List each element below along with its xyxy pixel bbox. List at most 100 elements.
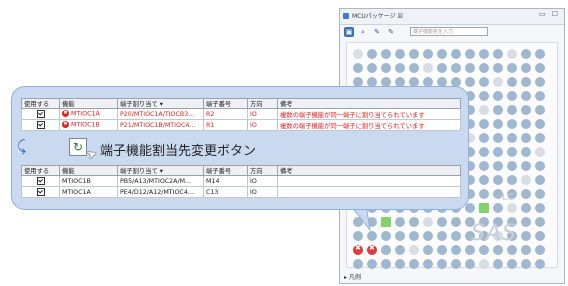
- pin[interactable]: [493, 49, 503, 59]
- pin[interactable]: [409, 217, 419, 227]
- assignment-cell[interactable]: PE4/D12/A12/MTIOC4...: [117, 186, 204, 198]
- pin[interactable]: [423, 49, 433, 59]
- col-remark[interactable]: 備考: [277, 98, 461, 109]
- pin[interactable]: [437, 245, 447, 255]
- pin[interactable]: [535, 217, 545, 227]
- col-direction[interactable]: 方向: [247, 165, 278, 176]
- pin[interactable]: [535, 91, 545, 101]
- use-checkbox[interactable]: [36, 177, 45, 185]
- pin[interactable]: [521, 105, 531, 115]
- pin[interactable]: [479, 189, 489, 199]
- col-function[interactable]: 機能: [59, 165, 118, 176]
- pin[interactable]: [493, 203, 503, 213]
- pin[interactable]: [479, 203, 489, 213]
- pin[interactable]: [465, 203, 475, 213]
- pin[interactable]: [493, 245, 503, 255]
- pin[interactable]: [465, 49, 475, 59]
- pin[interactable]: [353, 49, 363, 59]
- pin[interactable]: [381, 259, 391, 269]
- col-function[interactable]: 機能: [59, 98, 118, 109]
- pin[interactable]: [395, 49, 405, 59]
- col-assignment[interactable]: 端子割り当て ▾: [117, 165, 204, 176]
- view-icon[interactable]: ▣: [344, 27, 354, 37]
- assignment-cell[interactable]: P20/MTIOC1A/TIOCB3...: [117, 108, 204, 120]
- pin[interactable]: [367, 231, 377, 241]
- pin-edit-icon[interactable]: ✎: [386, 27, 396, 37]
- pin[interactable]: [521, 245, 531, 255]
- pin[interactable]: [451, 259, 461, 269]
- pin[interactable]: [493, 119, 503, 129]
- pin[interactable]: [409, 259, 419, 269]
- error-pin[interactable]: [367, 244, 377, 255]
- pin[interactable]: [521, 189, 531, 199]
- pin[interactable]: [465, 259, 475, 269]
- pin[interactable]: [423, 63, 433, 73]
- pin[interactable]: [521, 259, 531, 269]
- col-assignment[interactable]: 端子割り当て ▾: [117, 98, 204, 109]
- pin[interactable]: [381, 245, 391, 255]
- pin[interactable]: [395, 259, 405, 269]
- pin[interactable]: [479, 63, 489, 73]
- pin[interactable]: [507, 259, 517, 269]
- pin[interactable]: [493, 133, 503, 143]
- pin[interactable]: [465, 63, 475, 73]
- pin[interactable]: [437, 231, 447, 241]
- pin[interactable]: [535, 231, 545, 241]
- col-pin-number[interactable]: 端子番号: [203, 165, 248, 176]
- pin[interactable]: [535, 147, 545, 157]
- pin[interactable]: [465, 245, 475, 255]
- pin[interactable]: [437, 259, 447, 269]
- pin[interactable]: [493, 147, 503, 157]
- pin-function-search-input[interactable]: 端子機能名を入力: [410, 27, 488, 36]
- panel-tab-title[interactable]: MCUパッケージ ☒: [352, 11, 403, 20]
- use-checkbox[interactable]: [36, 121, 45, 129]
- pin[interactable]: [507, 63, 517, 73]
- table-row[interactable]: ✖ MTIOC1A P20/MTIOC1A/TIOCB3... R2 IO 複数の…: [21, 108, 461, 120]
- pin[interactable]: [381, 231, 391, 241]
- pin[interactable]: [451, 217, 461, 227]
- pin[interactable]: [507, 133, 517, 143]
- pin[interactable]: [521, 147, 531, 157]
- pin[interactable]: [367, 63, 377, 73]
- pin[interactable]: [535, 77, 545, 87]
- pin[interactable]: [535, 133, 545, 143]
- pin[interactable]: [507, 147, 517, 157]
- col-use[interactable]: 使用する: [21, 98, 60, 109]
- pin[interactable]: [479, 133, 489, 143]
- pin[interactable]: [409, 63, 419, 73]
- table-row[interactable]: MTIOC1B PB5/A13/MTIOC2A/M... M14 IO: [21, 175, 461, 187]
- pin[interactable]: [507, 91, 517, 101]
- pin[interactable]: [535, 161, 545, 171]
- pin[interactable]: [507, 245, 517, 255]
- pin[interactable]: [521, 119, 531, 129]
- pin[interactable]: [479, 119, 489, 129]
- pin[interactable]: [507, 77, 517, 87]
- pin[interactable]: [437, 63, 447, 73]
- pin[interactable]: [535, 189, 545, 199]
- pin[interactable]: [479, 147, 489, 157]
- col-use[interactable]: 使用する: [21, 165, 60, 176]
- pin[interactable]: [521, 203, 531, 213]
- pin[interactable]: [465, 77, 475, 87]
- pin[interactable]: [395, 245, 405, 255]
- pin[interactable]: [395, 231, 405, 241]
- pin[interactable]: [493, 175, 503, 185]
- pin[interactable]: [521, 77, 531, 87]
- pin[interactable]: [451, 49, 461, 59]
- use-checkbox[interactable]: [36, 110, 45, 118]
- pin[interactable]: [409, 245, 419, 255]
- pin[interactable]: [423, 231, 433, 241]
- assignment-cell[interactable]: PB5/A13/MTIOC2A/M...: [117, 175, 204, 187]
- pin[interactable]: [479, 161, 489, 171]
- pin-filter-icon[interactable]: ✎: [372, 27, 382, 37]
- pin[interactable]: [395, 63, 405, 73]
- pin[interactable]: [367, 259, 377, 269]
- pin[interactable]: [479, 175, 489, 185]
- pin[interactable]: [451, 231, 461, 241]
- pin[interactable]: [409, 231, 419, 241]
- window-buttons[interactable]: ▭ ☐: [539, 10, 560, 18]
- col-remark[interactable]: 備考: [277, 165, 461, 176]
- pin[interactable]: [381, 49, 391, 59]
- pin[interactable]: [479, 49, 489, 59]
- pin[interactable]: [521, 231, 531, 241]
